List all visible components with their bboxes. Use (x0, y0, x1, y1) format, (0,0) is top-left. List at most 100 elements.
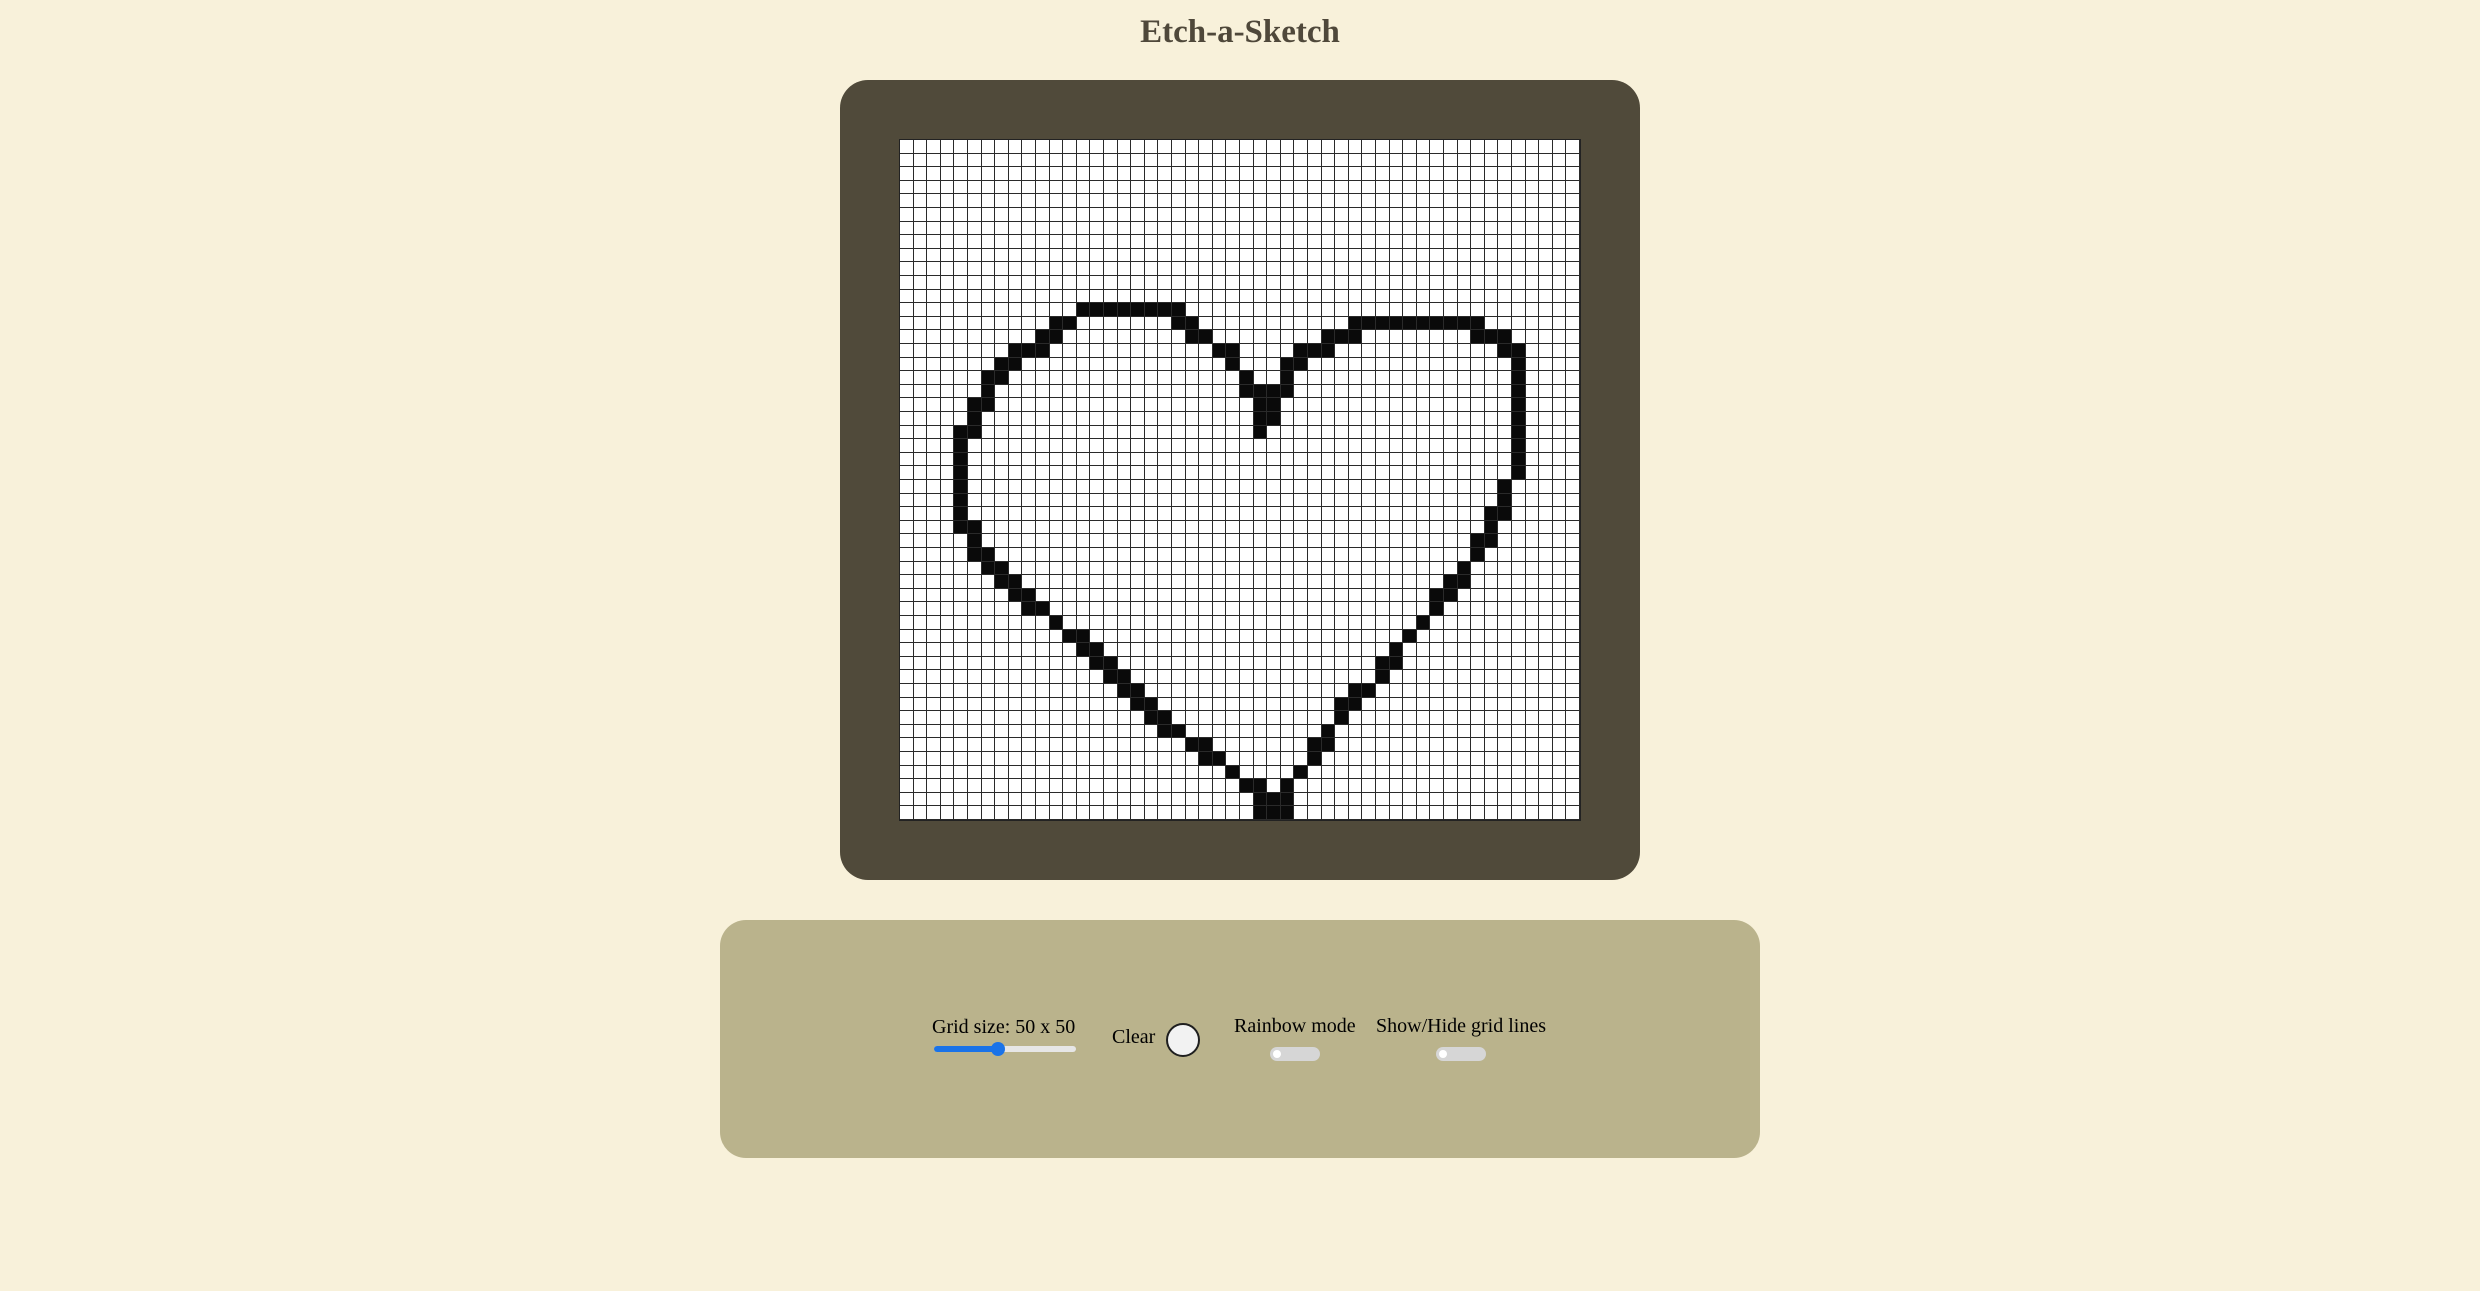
grid-cell[interactable] (927, 248, 941, 263)
grid-cell[interactable] (1348, 752, 1363, 766)
grid-cell[interactable] (1022, 180, 1036, 195)
grid-cell[interactable] (1144, 561, 1159, 576)
grid-cell[interactable] (1525, 684, 1540, 698)
grid-cell[interactable] (1036, 792, 1050, 807)
grid-cell[interactable] (1117, 357, 1132, 372)
grid-cell[interactable] (1294, 507, 1308, 521)
grid-cell[interactable] (1484, 153, 1499, 168)
grid-cell[interactable] (1389, 752, 1404, 766)
grid-cell[interactable] (1131, 221, 1145, 236)
grid-cell[interactable] (981, 643, 996, 657)
grid-cell[interactable] (1512, 575, 1526, 589)
grid-cell[interactable] (1362, 153, 1376, 168)
grid-cell[interactable] (1539, 792, 1553, 807)
grid-cell[interactable] (1348, 357, 1363, 372)
grid-cell[interactable] (1240, 738, 1254, 752)
grid-cell[interactable] (1376, 806, 1390, 820)
grid-cell[interactable] (1226, 412, 1240, 426)
grid-cell[interactable] (1158, 180, 1172, 195)
grid-cell[interactable] (1022, 507, 1036, 521)
grid-cell[interactable] (1416, 180, 1431, 195)
grid-cell[interactable] (954, 276, 968, 290)
grid-cell[interactable] (1321, 656, 1336, 671)
grid-cell[interactable] (1294, 792, 1308, 807)
grid-cell[interactable] (1403, 452, 1417, 467)
grid-cell[interactable] (981, 520, 996, 535)
grid-cell[interactable] (1008, 439, 1023, 453)
grid-cell[interactable] (1144, 262, 1159, 276)
grid-cell[interactable] (1253, 738, 1268, 752)
grid-cell[interactable] (1403, 398, 1417, 412)
grid-cell[interactable] (1376, 248, 1390, 263)
grid-cell[interactable] (1457, 452, 1472, 467)
grid-cell[interactable] (1539, 167, 1553, 181)
grid-cell[interactable] (1090, 493, 1104, 508)
grid-cell[interactable] (1117, 480, 1132, 494)
grid-cell[interactable] (1376, 616, 1390, 630)
grid-cell[interactable] (1308, 588, 1322, 603)
grid-cell[interactable] (1240, 452, 1254, 467)
grid-cell[interactable] (1117, 656, 1132, 671)
grid-cell[interactable] (1484, 208, 1499, 222)
grid-cell[interactable] (1430, 330, 1444, 344)
grid-cell[interactable] (1308, 303, 1322, 317)
grid-cell[interactable] (1484, 316, 1499, 331)
grid-cell[interactable] (1199, 738, 1213, 752)
grid-cell[interactable] (1444, 412, 1458, 426)
grid-cell[interactable] (1212, 806, 1227, 820)
grid-cell[interactable] (1512, 235, 1526, 249)
grid-cell[interactable] (968, 520, 982, 535)
grid-cell[interactable] (1144, 643, 1159, 657)
grid-cell[interactable] (1022, 643, 1036, 657)
grid-cell[interactable] (1308, 398, 1322, 412)
grid-cell[interactable] (1552, 548, 1567, 562)
grid-cell[interactable] (1457, 466, 1472, 480)
grid-cell[interactable] (913, 602, 928, 616)
grid-cell[interactable] (1525, 262, 1540, 276)
grid-cell[interactable] (1008, 806, 1023, 820)
grid-cell[interactable] (1090, 330, 1104, 344)
grid-cell[interactable] (1321, 180, 1336, 195)
grid-cell[interactable] (1131, 493, 1145, 508)
grid-cell[interactable] (1525, 697, 1540, 712)
grid-cell[interactable] (1484, 371, 1499, 385)
grid-cell[interactable] (1294, 670, 1308, 684)
grid-cell[interactable] (1539, 357, 1553, 372)
grid-cell[interactable] (1199, 221, 1213, 236)
grid-cell[interactable] (1240, 765, 1254, 780)
grid-cell[interactable] (1362, 752, 1376, 766)
grid-cell[interactable] (1348, 344, 1363, 358)
grid-cell[interactable] (1335, 344, 1349, 358)
grid-cell[interactable] (900, 439, 914, 453)
grid-cell[interactable] (1226, 806, 1240, 820)
grid-cell[interactable] (1457, 384, 1472, 399)
grid-cell[interactable] (1348, 276, 1363, 290)
grid-cell[interactable] (1566, 507, 1580, 521)
grid-cell[interactable] (1063, 466, 1077, 480)
grid-cell[interactable] (968, 412, 982, 426)
grid-cell[interactable] (1444, 357, 1458, 372)
grid-cell[interactable] (995, 493, 1009, 508)
grid-cell[interactable] (1117, 316, 1132, 331)
grid-cell[interactable] (1471, 752, 1485, 766)
grid-cell[interactable] (1525, 289, 1540, 304)
grid-cell[interactable] (1063, 575, 1077, 589)
grid-cell[interactable] (1525, 643, 1540, 657)
grid-cell[interactable] (1552, 221, 1567, 236)
grid-cell[interactable] (1321, 452, 1336, 467)
grid-cell[interactable] (1566, 384, 1580, 399)
grid-cell[interactable] (1008, 466, 1023, 480)
grid-cell[interactable] (1117, 548, 1132, 562)
grid-cell[interactable] (954, 792, 968, 807)
grid-cell[interactable] (1267, 738, 1281, 752)
grid-cell[interactable] (940, 371, 955, 385)
grid-cell[interactable] (1416, 779, 1431, 793)
grid-cell[interactable] (1022, 548, 1036, 562)
grid-cell[interactable] (1117, 792, 1132, 807)
grid-cell[interactable] (1403, 276, 1417, 290)
grid-cell[interactable] (1212, 656, 1227, 671)
grid-cell[interactable] (913, 575, 928, 589)
grid-cell[interactable] (1104, 738, 1118, 752)
grid-cell[interactable] (1525, 276, 1540, 290)
grid-cell[interactable] (1376, 779, 1390, 793)
